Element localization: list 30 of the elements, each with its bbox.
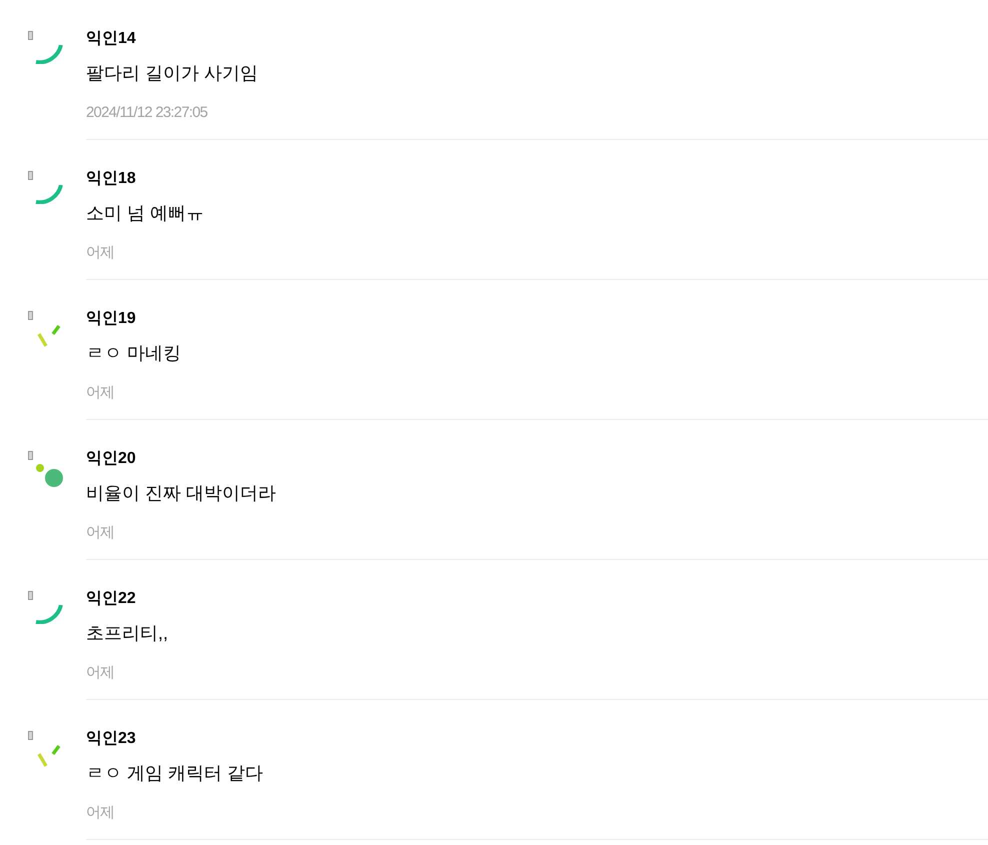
author-name: 익인23 (86, 729, 137, 749)
broken-image-icon (28, 171, 33, 180)
broken-image-icon (28, 451, 33, 460)
comment-time: 어제 (86, 663, 116, 683)
comment-text: 소미 넘 예뻐ㅠ (86, 202, 206, 225)
broken-image-icon (28, 31, 33, 40)
arc-icon (35, 605, 63, 624)
comment-text: 비율이 진짜 대박이더라 (86, 482, 278, 505)
strokes-icon (37, 325, 61, 347)
comment-text: ㄹㅇ 게임 캐릭터 같다 (86, 762, 264, 785)
broken-image-icon (28, 591, 33, 600)
author-name: 익인18 (86, 169, 137, 189)
strokes-icon (37, 745, 61, 767)
dots-icon (36, 464, 63, 487)
author-name: 익인14 (86, 29, 137, 49)
arc-icon (35, 45, 63, 64)
comment-time: 어제 (86, 523, 116, 543)
comment-text: ㄹㅇ 마네킹 (86, 342, 182, 365)
comment-time: 2024/11/12 23:27:05 (86, 103, 208, 123)
comment-time: 어제 (86, 383, 116, 403)
broken-image-icon (28, 311, 33, 320)
author-name: 익인22 (86, 589, 137, 609)
author-name: 익인19 (86, 309, 137, 329)
author-name: 익인20 (86, 449, 137, 469)
comment-text: 초프리티,, (86, 622, 170, 645)
comment-time: 어제 (86, 803, 116, 823)
comment-time: 어제 (86, 243, 116, 263)
arc-icon (35, 185, 63, 204)
comment-text: 팔다리 길이가 사기임 (86, 62, 260, 85)
broken-image-icon (28, 731, 33, 740)
